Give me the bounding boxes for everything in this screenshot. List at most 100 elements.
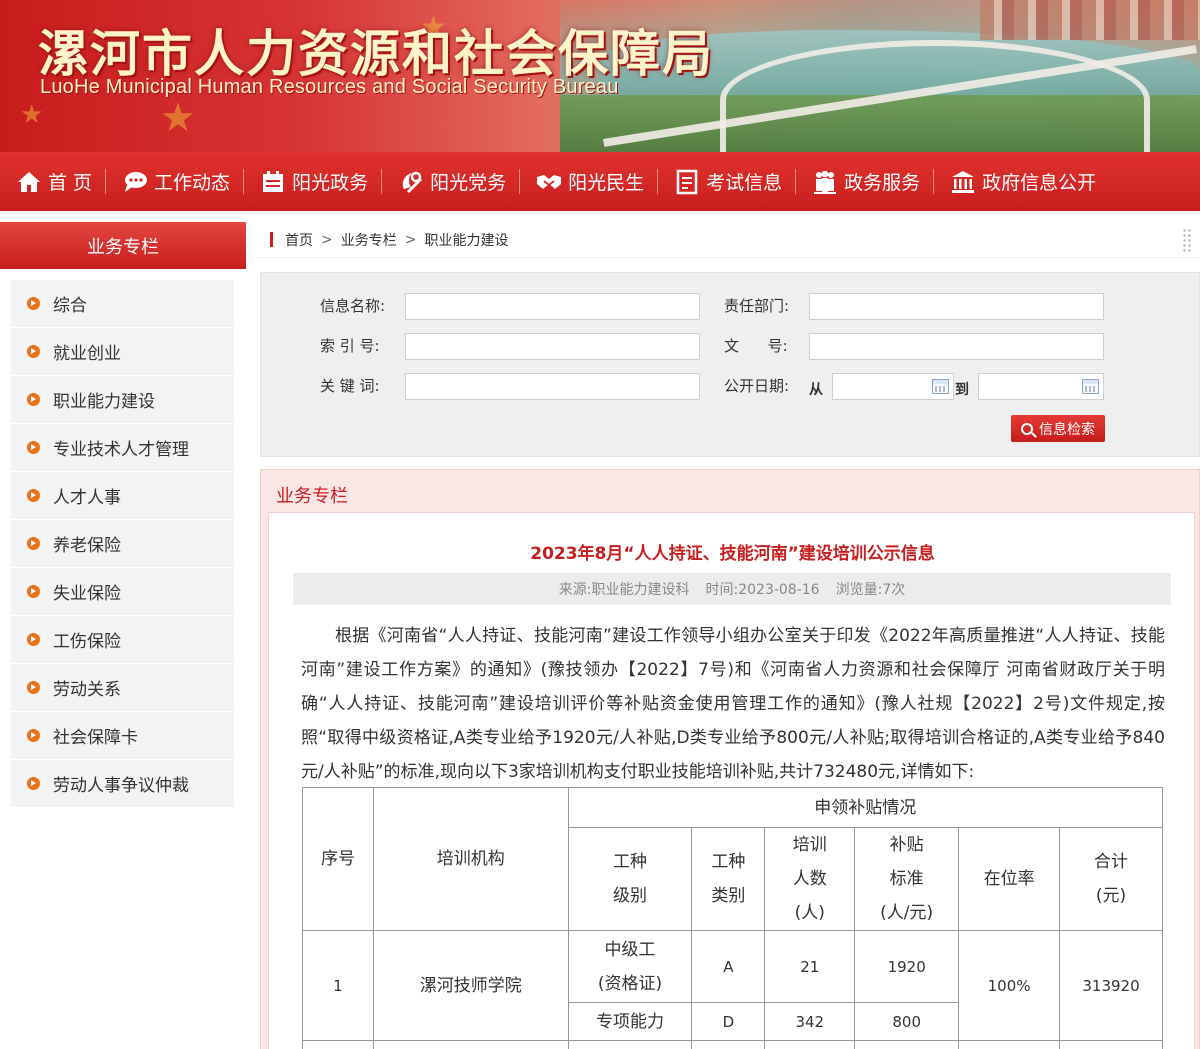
section-title: 业务专栏 <box>276 486 348 507</box>
sidebar-item-label: 人才人事 <box>53 488 121 508</box>
chat-bubble-icon <box>122 169 148 195</box>
index-number-label: 索 引 号: <box>320 337 380 355</box>
nav-item-government-affairs[interactable]: 阳光政务 <box>244 152 383 211</box>
party-emblem-icon <box>398 169 424 195</box>
nav-item-label: 政务服务 <box>844 172 921 194</box>
header-type-line: 工种 <box>711 852 746 872</box>
header-group: 申领补贴情况 <box>567 787 1164 828</box>
nav-item-work-news[interactable]: 工作动态 <box>106 152 245 211</box>
header-count: 培训 人数 (人) <box>764 827 856 931</box>
article-source: 来源:职业能力建设科 <box>558 582 690 598</box>
cell-standard: 1920 <box>854 930 960 1003</box>
header-total-line: 合计 <box>1094 852 1129 872</box>
sidebar-item-security-card[interactable]: 社会保障卡 <box>11 712 234 760</box>
keyword-input[interactable] <box>405 373 700 400</box>
arrow-bullet-icon <box>27 585 40 598</box>
info-name-input[interactable] <box>405 293 700 320</box>
cell-type: D <box>691 1002 766 1041</box>
nav-item-label: 考试信息 <box>706 172 783 194</box>
cell-level-line: (资格证) <box>597 973 663 994</box>
article-views: 浏览量:7次 <box>835 582 906 598</box>
sidebar-item-label: 养老保险 <box>53 536 121 556</box>
header-standard-line: 补贴 <box>889 835 924 855</box>
breadcrumb-level1-link[interactable]: 业务专栏 <box>341 230 397 250</box>
header-rate: 在位率 <box>958 827 1061 931</box>
arrow-bullet-icon <box>27 441 40 454</box>
sidebar-item-label: 专业技术人才管理 <box>53 440 189 460</box>
document-number-input[interactable] <box>809 333 1104 360</box>
header-banner: ★ ★ ★ 漯河市人力资源和社会保障局 LuoHe Municipal Huma… <box>0 0 1200 152</box>
star-decoration-icon: ★ <box>20 100 44 130</box>
people-icon <box>812 169 838 195</box>
header-level-line: 工种 <box>613 852 648 872</box>
nav-item-party-affairs[interactable]: 阳光党务 <box>382 152 521 211</box>
sidebar-item-label: 就业创业 <box>53 344 121 364</box>
sidebar-item-label: 劳动关系 <box>53 680 121 700</box>
article-time: 时间:2023-08-16 <box>705 582 820 598</box>
calendar-picker-icon[interactable] <box>932 379 949 394</box>
breadcrumb-level2-link[interactable]: 职业能力建设 <box>424 230 508 250</box>
search-icon <box>1021 422 1033 435</box>
sidebar-item-arbitration[interactable]: 劳动人事争议仲裁 <box>11 760 234 808</box>
keyword-label: 关 键 词: <box>320 377 380 395</box>
header-standard-line: 标准 <box>889 869 924 889</box>
nav-item-home[interactable]: 首 页 <box>0 152 107 211</box>
cell-count: 21 <box>764 930 856 1003</box>
document-icon <box>674 169 700 195</box>
document-number-label: 文 号: <box>724 337 788 355</box>
header-org: 培训机构 <box>372 787 569 931</box>
sidebar-item-pension[interactable]: 养老保险 <box>11 520 234 568</box>
sidebar-item-label: 工伤保险 <box>53 632 121 652</box>
arrow-bullet-icon <box>27 393 40 406</box>
sidebar-title: 业务专栏 <box>0 222 246 269</box>
breadcrumb-home-link[interactable]: 首页 <box>285 230 313 250</box>
header-total: 合计 (元) <box>1059 827 1163 931</box>
nav-item-livelihood[interactable]: 阳光民生 <box>520 152 659 211</box>
sidebar-item-general[interactable]: 综合 <box>11 280 234 328</box>
search-button-label: 信息检索 <box>1039 421 1095 438</box>
info-name-label: 信息名称: <box>320 297 386 315</box>
nav-item-label: 阳光民生 <box>568 172 645 194</box>
sidebar-item-label: 失业保险 <box>53 584 121 604</box>
nav-item-info-disclosure[interactable]: 政府信息公开 <box>934 152 1110 211</box>
header-standard: 补贴标准 (人/元) <box>854 827 960 931</box>
nav-item-label: 阳光党务 <box>430 172 507 194</box>
sidebar-item-label: 社会保障卡 <box>53 728 138 748</box>
department-input[interactable] <box>809 293 1104 320</box>
header-standard-line: (人/元) <box>880 903 934 923</box>
sidebar-item-unemployment[interactable]: 失业保险 <box>11 568 234 616</box>
search-button[interactable]: 信息检索 <box>1011 415 1105 442</box>
header-total-line: (元) <box>1095 886 1127 906</box>
sidebar: 业务专栏 综合 就业创业 职业能力建设 专业技术人才管理 人才人事 养老保险 失… <box>0 222 246 808</box>
department-label: 责任部门: <box>724 297 790 315</box>
header-type-line: 类别 <box>711 886 746 906</box>
header-seq: 序号 <box>302 787 374 931</box>
sidebar-item-labor-relations[interactable]: 劳动关系 <box>11 664 234 712</box>
date-from-input[interactable] <box>832 373 954 400</box>
cell-count: 342 <box>764 1002 856 1041</box>
breadcrumb-marker <box>270 232 273 247</box>
sidebar-item-label: 劳动人事争议仲裁 <box>53 776 189 796</box>
sidebar-item-employment[interactable]: 就业创业 <box>11 328 234 376</box>
subsidy-table: 序号 培训机构 申领补贴情况 工种 级别 工种 类别 培训 人数 (人) 补贴 标准 (人/… <box>302 787 1164 1049</box>
star-decoration-icon: ★ <box>160 95 196 141</box>
nav-item-label: 阳光政务 <box>292 172 369 194</box>
date-to-input[interactable] <box>978 373 1104 400</box>
calendar-picker-icon[interactable] <box>1082 379 1099 394</box>
arrow-bullet-icon <box>27 489 40 502</box>
cell-standard: 800 <box>854 1002 960 1041</box>
breadcrumb: 首页 > 业务专栏 > 职业能力建设 <box>258 222 1200 258</box>
arrow-bullet-icon <box>27 633 40 646</box>
sidebar-item-injury[interactable]: 工伤保险 <box>11 616 234 664</box>
cell-level-line: 中级工 <box>604 939 656 960</box>
nav-item-services[interactable]: 政务服务 <box>796 152 935 211</box>
date-to-label: 到 <box>955 382 969 398</box>
sidebar-item-personnel[interactable]: 人才人事 <box>11 472 234 520</box>
sidebar-item-professional-talent[interactable]: 专业技术人才管理 <box>11 424 234 472</box>
index-number-input[interactable] <box>405 333 700 360</box>
nav-item-exam-info[interactable]: 考试信息 <box>658 152 797 211</box>
header-type: 工种 类别 <box>691 827 766 931</box>
sidebar-item-vocational-skills[interactable]: 职业能力建设 <box>11 376 234 424</box>
nav-item-label: 首 页 <box>48 172 93 194</box>
nav-item-label: 政府信息公开 <box>982 172 1097 194</box>
